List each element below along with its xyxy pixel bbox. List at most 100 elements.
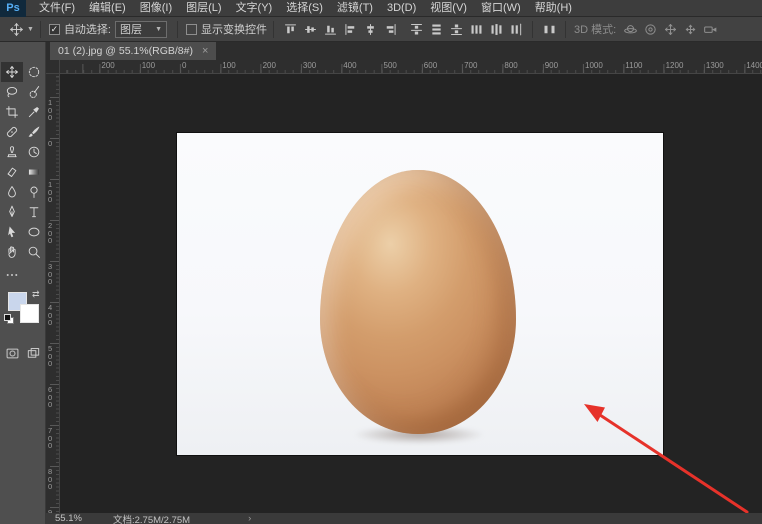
gradient-tool[interactable] [23,162,45,182]
3d-slide-icon[interactable] [680,19,700,40]
h-ruler-label: 100 [222,61,235,70]
distribute-bottom-icon[interactable] [446,19,466,40]
v-ruler-label: 0 [48,140,52,148]
divider [273,21,274,38]
swap-colors-icon[interactable]: ⇄ [32,289,40,300]
tools-panel: ⇄ [0,42,46,524]
h-ruler-label: 1200 [666,61,684,70]
move-icon[interactable] [6,19,26,40]
document-tab[interactable]: 01 (2).jpg @ 55.1%(RGB/8#) × [50,42,216,60]
3d-orbit-icon[interactable] [620,19,640,40]
align-bottom-icon[interactable] [320,19,340,40]
close-icon[interactable]: × [202,46,208,56]
vertical-ruler[interactable]: 1 0 001 0 02 0 03 0 04 0 05 0 06 0 07 0 … [46,74,60,513]
auto-select-target-dropdown[interactable]: 图层 ▼ [115,21,167,38]
status-bar: 55.1% 文档:2.75M/2.75M › [46,513,762,524]
auto-select-target-value: 图层 [120,21,142,37]
menu-item-5[interactable]: 选择(S) [279,0,330,17]
menu-item-3[interactable]: 图层(L) [179,0,228,17]
menu-item-1[interactable]: 编辑(E) [82,0,133,17]
move-tool[interactable] [1,62,23,82]
healing-brush-tool[interactable] [1,122,23,142]
canvas-workspace[interactable] [60,74,762,513]
quick-mask-icon[interactable] [5,343,20,364]
menu-item-8[interactable]: 视图(V) [423,0,474,17]
type-tool[interactable] [23,202,45,222]
show-transform-label: 显示变换控件 [201,21,267,37]
h-ruler-label: 1300 [706,61,724,70]
photoshop-window: Ps 文件(F)编辑(E)图像(I)图层(L)文字(Y)选择(S)滤镜(T)3D… [0,0,762,524]
eraser-tool[interactable] [1,162,23,182]
v-ruler-label: 1 0 0 [48,99,52,122]
lasso-tool[interactable] [1,82,23,102]
h-ruler-label: 100 [142,61,155,70]
auto-select-checkbox[interactable]: ✓ [49,24,60,35]
background-color-swatch[interactable] [20,304,39,323]
default-colors-icon[interactable] [4,314,14,324]
menu-item-10[interactable]: 帮助(H) [528,0,579,17]
zoom-tool[interactable] [23,242,45,262]
divider [532,21,533,38]
v-ruler-label: 7 0 0 [48,427,52,450]
h-ruler-label: 400 [343,61,356,70]
v-ruler-label: 1 0 0 [48,181,52,204]
h-ruler-label: 300 [303,61,316,70]
horizontal-ruler[interactable]: 2001000100200300400500600700800900100011… [60,60,762,74]
zoom-level-field[interactable]: 55.1% [55,513,99,524]
distribute-spacing-icon[interactable] [539,19,559,40]
h-ruler-label: 900 [545,61,558,70]
distribute-right-icon[interactable] [506,19,526,40]
menu-item-9[interactable]: 窗口(W) [474,0,528,17]
distribute-top-icon[interactable] [406,19,426,40]
h-ruler-label: 600 [424,61,437,70]
align-hcenter-icon[interactable] [360,19,380,40]
h-ruler-label: 1000 [585,61,603,70]
quick-select-tool[interactable] [23,82,45,102]
clone-stamp-tool[interactable] [1,142,23,162]
status-chevron-icon[interactable]: › [248,513,251,524]
menu-item-4[interactable]: 文字(Y) [229,0,280,17]
auto-select-label: 自动选择: [64,21,111,37]
menu-item-7[interactable]: 3D(D) [380,0,423,17]
blur-tool[interactable] [1,182,23,202]
chevron-down-icon[interactable]: ▼ [27,26,34,33]
distribute-vcenter-icon[interactable] [426,19,446,40]
show-transform-checkbox[interactable] [186,24,197,35]
3d-roll-icon[interactable] [640,19,660,40]
align-left-icon[interactable] [340,19,360,40]
pen-tool[interactable] [1,202,23,222]
align-vcenter-icon[interactable] [300,19,320,40]
align-right-icon[interactable] [380,19,400,40]
tool-options-bar: ▼ ✓ 自动选择: 图层 ▼ 显示变换控件 3D 模式: [0,17,762,42]
eyedropper-tool[interactable] [23,102,45,122]
brush-tool[interactable] [23,122,45,142]
path-select-tool[interactable] [1,222,23,242]
menu-item-6[interactable]: 滤镜(T) [330,0,380,17]
dodge-tool[interactable] [23,182,45,202]
v-ruler-label: 5 0 0 [48,345,52,368]
hand-tool[interactable] [1,242,23,262]
h-ruler-label: 500 [384,61,397,70]
color-swatches: ⇄ [1,289,45,335]
history-brush-tool[interactable] [23,142,45,162]
menu-bar: Ps 文件(F)编辑(E)图像(I)图层(L)文字(Y)选择(S)滤镜(T)3D… [0,0,762,17]
h-ruler-label: 800 [504,61,517,70]
marquee-tool[interactable] [23,62,45,82]
3d-pan-icon[interactable] [660,19,680,40]
document-size-info: 文档:2.75M/2.75M [113,512,190,524]
v-ruler-label: 6 0 0 [48,386,52,409]
edit-toolbar-ellipsis-icon[interactable] [1,264,45,285]
screen-mode-icon[interactable] [26,343,41,364]
3d-camera-icon[interactable] [700,19,720,40]
default-foreground [4,314,11,321]
menu-item-2[interactable]: 图像(I) [133,0,179,17]
distribute-left-icon[interactable] [466,19,486,40]
menu-item-0[interactable]: 文件(F) [32,0,82,17]
crop-tool[interactable] [1,102,23,122]
ruler-corner [46,60,60,74]
distribute-hcenter-icon[interactable] [486,19,506,40]
shape-tool[interactable] [23,222,45,242]
divider [40,21,41,38]
align-top-icon[interactable] [280,19,300,40]
document-tab-title: 01 (2).jpg @ 55.1%(RGB/8#) [58,45,193,57]
